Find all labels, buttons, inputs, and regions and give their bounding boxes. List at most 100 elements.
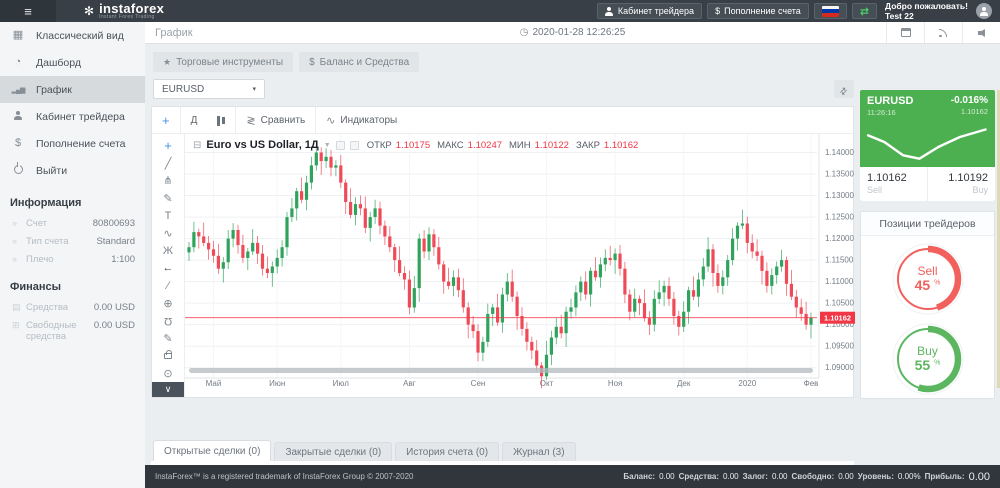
- deposit-button[interactable]: $ Пополнение счета: [707, 3, 809, 19]
- series-toggle-checkbox[interactable]: ⊟: [193, 140, 201, 151]
- compare-icon: ≷: [246, 114, 255, 127]
- zoom-in-tool-button[interactable]: ⊕: [152, 295, 184, 313]
- trend-line-icon: ╱: [165, 157, 172, 170]
- sidebar-item-classic-view[interactable]: ▦Классический вид: [0, 22, 145, 49]
- sidebar-item-label: Пополнение счета: [36, 138, 126, 150]
- sell-quote-button[interactable]: 1.10162 Sell: [860, 167, 928, 201]
- expand-chart-button[interactable]: ⇄: [834, 80, 854, 98]
- chart-stage[interactable]: 1.140001.135001.130001.125001.120001.115…: [185, 134, 853, 397]
- trader-cabinet-button[interactable]: Кабинет трейдера: [597, 3, 702, 19]
- brush-tool-button[interactable]: ✎: [152, 190, 184, 208]
- sidebar-item-power[interactable]: Выйти: [0, 157, 145, 184]
- indicators-button[interactable]: ∿ Индикаторы: [315, 107, 407, 133]
- svg-text:1.11500: 1.11500: [825, 256, 854, 265]
- expand-icon: ⇄: [837, 84, 850, 97]
- svg-text:1.12500: 1.12500: [825, 213, 854, 222]
- stat-label: Средства:: [679, 472, 719, 481]
- topbar: ≡ ✻ instaforex Instant Forex Trading Каб…: [0, 0, 1000, 22]
- trading-instruments-button[interactable]: ★ Торговые инструменты: [153, 52, 293, 72]
- balance-funds-label: Баланс и Средства: [320, 57, 410, 68]
- sidebar-item-person[interactable]: Кабинет трейдера: [0, 103, 145, 130]
- buy-positions-gauge: Buy 55 %: [890, 321, 966, 397]
- row-value: 80800693: [93, 218, 135, 229]
- symbol-select[interactable]: EURUSD ▾: [153, 79, 265, 99]
- row-label: Тип счета: [26, 236, 96, 247]
- sidebar-item-chart[interactable]: ▂▄▆График: [0, 76, 145, 103]
- power-icon: [0, 165, 36, 177]
- row-marker-icon: »: [12, 236, 26, 246]
- info-section-title: Информация: [0, 193, 145, 214]
- tab-1[interactable]: Закрытые сделки (0): [274, 442, 392, 461]
- svg-text:1.10162: 1.10162: [824, 314, 851, 323]
- info-row: »Тип счетаStandard: [0, 232, 145, 250]
- drawing-lock-tool-button[interactable]: ✎: [152, 330, 184, 348]
- stat-value: 0.00: [659, 472, 675, 481]
- chart-legend: ⊟ Euro vs US Dollar, 1Д ▼ ОТКР1.10175МАК…: [193, 139, 638, 151]
- rss-icon: [939, 28, 948, 37]
- tab-3[interactable]: Журнал (3): [502, 442, 576, 461]
- footer: InstaForex™ is a registered trademark of…: [145, 465, 1000, 488]
- series-visibility-icon[interactable]: [336, 141, 345, 150]
- compare-button[interactable]: ≷ Сравнить: [235, 107, 315, 133]
- chevron-down-icon: ▼: [324, 142, 331, 149]
- buy-label: Buy: [935, 185, 988, 195]
- series-settings-icon[interactable]: [350, 141, 359, 150]
- sidebar-item-label: Кабинет трейдера: [36, 111, 125, 123]
- crosshair-icon: +: [162, 113, 170, 128]
- avatar[interactable]: [976, 3, 992, 19]
- magnet-tool-button[interactable]: Ω: [152, 312, 184, 330]
- hamburger-menu-button[interactable]: ≡: [0, 0, 56, 22]
- rss-button[interactable]: [924, 22, 962, 43]
- megaphone-icon: [978, 29, 985, 37]
- candlestick-chart[interactable]: 1.140001.135001.130001.125001.120001.115…: [185, 134, 855, 390]
- hide-all-tool-button[interactable]: ⊙: [152, 365, 184, 383]
- brand-logo[interactable]: ✻ instaforex Instant Forex Trading: [56, 2, 164, 20]
- measure-icon: ∕: [167, 280, 169, 292]
- arrow-tool-button[interactable]: ←: [152, 260, 184, 278]
- page-title: График: [145, 27, 193, 39]
- text-tool-button[interactable]: T: [152, 207, 184, 225]
- chart-style-button[interactable]: [207, 107, 235, 133]
- svg-text:1.09500: 1.09500: [825, 342, 854, 351]
- crosshair-tool-button[interactable]: +: [152, 137, 184, 155]
- measure-tool-button[interactable]: ∕: [152, 277, 184, 295]
- sidebar-item-dashboard[interactable]: ◔Дашборд: [0, 49, 145, 76]
- forecast-tool-button[interactable]: Ж: [152, 242, 184, 260]
- crosshair-mode-button[interactable]: +: [152, 107, 180, 133]
- ohlc-values: ОТКР1.10175МАКС1.10247МИН1.10122ЗАКР1.10…: [364, 140, 639, 151]
- quote-sparkline: [860, 117, 995, 167]
- row-label: Средства: [26, 302, 94, 313]
- svg-text:1.10500: 1.10500: [825, 299, 854, 308]
- clock-icon: ◷: [520, 27, 529, 38]
- trading-instruments-label: Торговые инструменты: [176, 57, 283, 68]
- stat-label: Уровень:: [858, 472, 894, 481]
- crosshair-icon: +: [164, 138, 172, 153]
- star-icon: ★: [163, 57, 171, 68]
- pitchfork-tool-button[interactable]: ⋔: [152, 172, 184, 190]
- exchange-button[interactable]: ⇄: [852, 3, 877, 19]
- tab-0[interactable]: Открытые сделки (0): [153, 440, 271, 461]
- lock-all-tool-button[interactable]: [152, 347, 184, 365]
- sidebar-item-dollar[interactable]: $Пополнение счета: [0, 130, 145, 157]
- timeframe-button[interactable]: Д: [180, 107, 208, 133]
- language-flag-button[interactable]: [814, 3, 847, 19]
- quote-card[interactable]: EURUSD 11:26:16 -0.016% 1.10162 1.10162 …: [860, 90, 995, 201]
- balance-funds-button[interactable]: $ Баланс и Средства: [299, 52, 419, 72]
- announcements-button[interactable]: [962, 22, 1000, 43]
- tab-2[interactable]: История счета (0): [395, 442, 499, 461]
- calendar-icon: [901, 28, 911, 37]
- trend-line-tool-button[interactable]: ╱: [152, 155, 184, 173]
- svg-text:1.13500: 1.13500: [825, 170, 854, 179]
- collapse-toolbar-button[interactable]: ∨: [152, 382, 184, 397]
- finance-section-title: Финансы: [0, 277, 145, 298]
- calendar-button[interactable]: [886, 22, 924, 43]
- person-icon: [0, 111, 36, 123]
- sell-gauge-percent: 45 %: [915, 278, 941, 293]
- trader-cabinet-label: Кабинет трейдера: [618, 6, 694, 16]
- xabcd-pattern-tool-button[interactable]: ∿: [152, 225, 184, 243]
- lock-all-icon: [164, 349, 172, 362]
- stat-value: 0.00: [969, 471, 990, 483]
- buy-quote-button[interactable]: 1.10192 Buy: [928, 167, 995, 201]
- quote-price-small: 1.10162: [951, 107, 988, 116]
- stat-value: 0.00%: [898, 472, 921, 481]
